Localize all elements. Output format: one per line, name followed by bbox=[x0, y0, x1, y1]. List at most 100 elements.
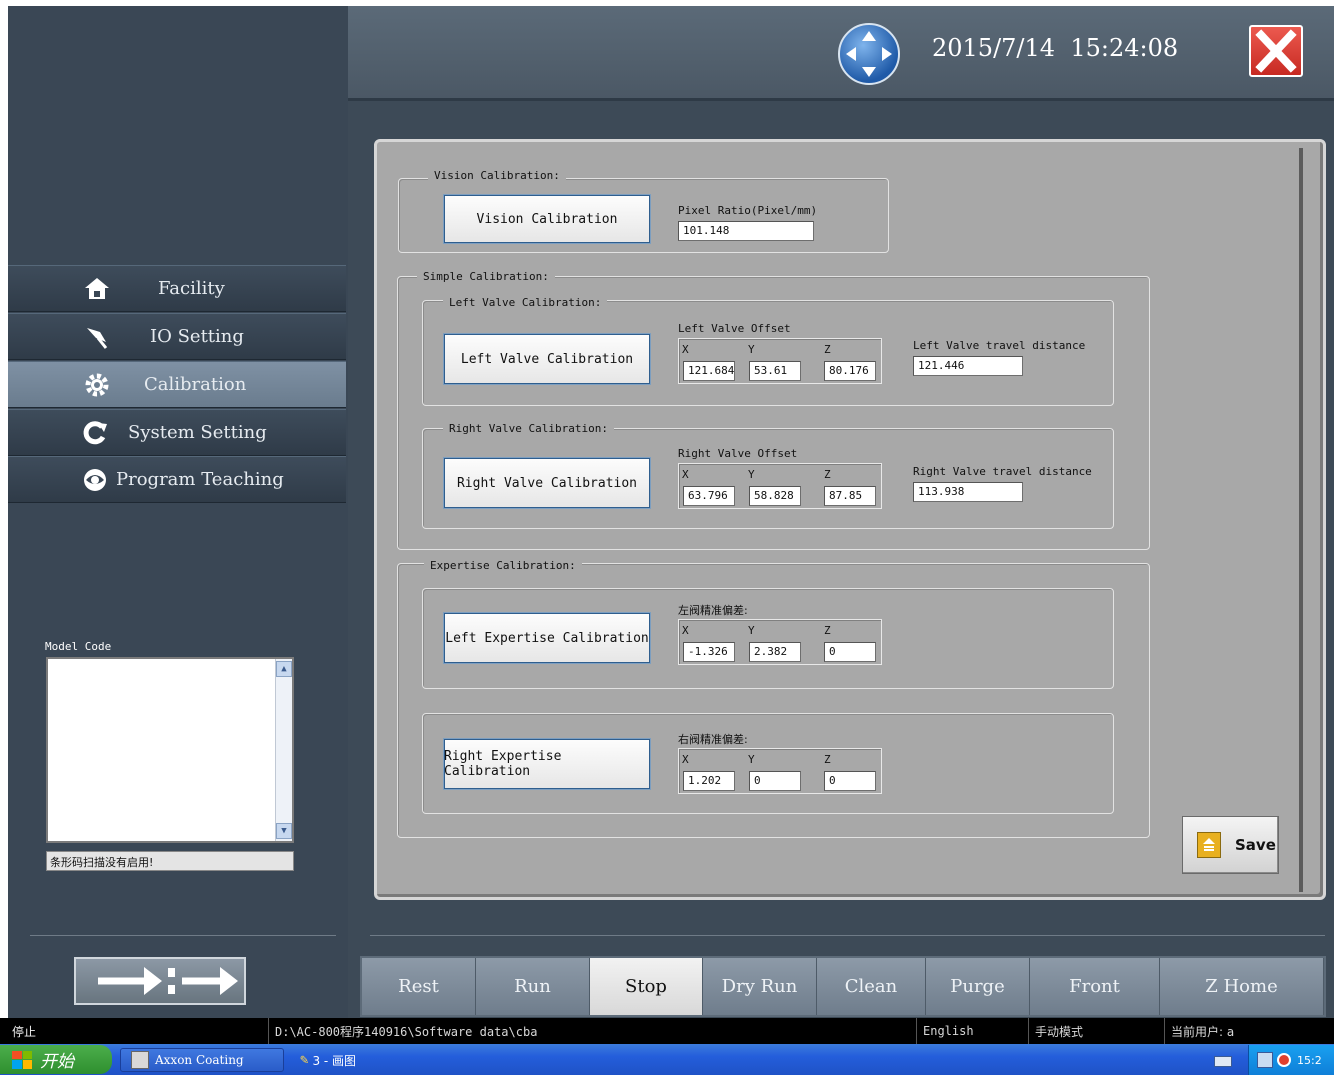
pixel-ratio-label: Pixel Ratio(Pixel/mm) bbox=[678, 204, 818, 217]
vision-calibration-button[interactable]: Vision Calibration bbox=[443, 194, 651, 244]
axis-z-label: Z bbox=[824, 624, 831, 637]
paint-icon: ✎ bbox=[300, 1052, 309, 1068]
status-mode: 手动模式 bbox=[1028, 1018, 1164, 1044]
axis-x-label: X bbox=[682, 624, 689, 637]
sidebar-item-label: Facility bbox=[158, 278, 225, 299]
gear-icon bbox=[80, 368, 114, 402]
home-icon bbox=[80, 272, 114, 306]
sidebar-item-label: Calibration bbox=[144, 374, 247, 395]
run-button[interactable]: Run bbox=[476, 958, 590, 1015]
taskbar-item-axxon[interactable]: Axxon Coating bbox=[120, 1048, 284, 1072]
axis-x-label: X bbox=[682, 468, 689, 481]
left-expertise-y-field[interactable]: 2.382 bbox=[749, 642, 801, 662]
header-datetime: 2015/7/14 15:24:08 bbox=[932, 34, 1179, 62]
left-expertise-z-field[interactable]: 0 bbox=[824, 642, 876, 662]
left-valve-calibration-button[interactable]: Left Valve Calibration bbox=[443, 333, 651, 385]
stop-button[interactable]: Stop bbox=[590, 958, 703, 1015]
barcode-status: 条形码扫描没有启用! bbox=[46, 851, 294, 871]
right-travel-field[interactable]: 113.938 bbox=[913, 482, 1023, 502]
clean-button[interactable]: Clean bbox=[817, 958, 926, 1015]
close-icon bbox=[1255, 29, 1297, 73]
front-button[interactable]: Front bbox=[1030, 958, 1160, 1015]
right-offset-z-field[interactable]: 87.85 bbox=[824, 486, 876, 506]
eye-icon bbox=[78, 463, 112, 497]
sidebar-item-label: Program Teaching bbox=[116, 469, 284, 490]
sidebar-item-calibration[interactable]: Calibration bbox=[8, 361, 346, 408]
right-valve-offset-label: Right Valve Offset bbox=[678, 447, 798, 460]
axis-y-label: Y bbox=[748, 753, 755, 766]
divider bbox=[30, 935, 336, 936]
status-state: 停止 bbox=[12, 1024, 37, 1039]
right-travel-label: Right Valve travel distance bbox=[913, 465, 1092, 478]
left-expertise-offset-label: 左阀精准偏差: bbox=[678, 604, 748, 617]
close-button[interactable] bbox=[1249, 25, 1303, 77]
left-offset-x-field[interactable]: 121.684 bbox=[683, 361, 735, 381]
right-expertise-calibration-button[interactable]: Right Expertise Calibration bbox=[443, 738, 651, 790]
sidebar-item-io-setting[interactable]: IO Setting bbox=[8, 313, 346, 360]
group-title: Right Valve Calibration: bbox=[443, 422, 614, 435]
left-expertise-calibration-button[interactable]: Left Expertise Calibration bbox=[443, 612, 651, 664]
sidebar-item-label: IO Setting bbox=[150, 326, 244, 347]
sidebar-item-program-teaching[interactable]: Program Teaching bbox=[8, 456, 346, 503]
status-language: English bbox=[916, 1018, 1028, 1044]
scroll-up-button[interactable]: ▲ bbox=[276, 661, 292, 677]
status-bar: 停止 D:\AC-800程序140916\Software data\cba E… bbox=[0, 1018, 1334, 1044]
status-path: D:\AC-800程序140916\Software data\cba bbox=[268, 1018, 916, 1044]
task-label: Axxon Coating bbox=[155, 1053, 244, 1067]
axis-z-label: Z bbox=[824, 753, 831, 766]
model-code-label: Model Code bbox=[45, 640, 112, 653]
left-offset-y-field[interactable]: 53.61 bbox=[749, 361, 801, 381]
network-icon[interactable] bbox=[1257, 1052, 1273, 1068]
axis-y-label: Y bbox=[748, 343, 755, 356]
right-expertise-z-field[interactable]: 0 bbox=[824, 771, 876, 791]
keyboard-icon[interactable] bbox=[1214, 1056, 1232, 1067]
right-offset-x-field[interactable]: 63.796 bbox=[683, 486, 735, 506]
pixel-ratio-field[interactable]: 101.148 bbox=[678, 221, 814, 241]
axis-z-label: Z bbox=[824, 343, 831, 356]
left-travel-field[interactable]: 121.446 bbox=[913, 356, 1023, 376]
system-tray: 15:2 bbox=[1248, 1045, 1334, 1075]
axis-y-label: Y bbox=[748, 624, 755, 637]
right-offset-y-field[interactable]: 58.828 bbox=[749, 486, 801, 506]
clock: 15:2 bbox=[1297, 1053, 1322, 1067]
scroll-down-button[interactable]: ▼ bbox=[276, 823, 292, 839]
model-code-textarea[interactable]: ▲ ▼ bbox=[46, 657, 294, 843]
group-title: Left Valve Calibration: bbox=[443, 296, 608, 309]
group-title: Simple Calibration: bbox=[417, 270, 555, 283]
right-expertise-offset-label: 右阀精准偏差: bbox=[678, 733, 748, 746]
sidebar-item-system-setting[interactable]: System Setting bbox=[8, 409, 346, 456]
right-expertise-x-field[interactable]: 1.202 bbox=[683, 771, 735, 791]
windows-logo-icon bbox=[12, 1050, 32, 1069]
start-label: 开始 bbox=[40, 1052, 74, 1072]
left-offset-z-field[interactable]: 80.176 bbox=[824, 361, 876, 381]
task-label: 3 - 画图 bbox=[312, 1053, 357, 1068]
start-button[interactable]: 开始 bbox=[0, 1045, 112, 1074]
status-user: 当前用户: a bbox=[1164, 1018, 1334, 1044]
axis-z-label: Z bbox=[824, 468, 831, 481]
right-valve-calibration-button[interactable]: Right Valve Calibration bbox=[443, 457, 651, 509]
group-title: Expertise Calibration: bbox=[424, 559, 582, 572]
scrollbar[interactable]: ▲ ▼ bbox=[275, 659, 292, 841]
app-icon bbox=[131, 1051, 149, 1069]
navigation-pad-icon[interactable] bbox=[838, 23, 900, 85]
sidebar-item-facility[interactable]: Facility bbox=[8, 265, 346, 312]
axis-x-label: X bbox=[682, 753, 689, 766]
rest-button[interactable]: Rest bbox=[362, 958, 476, 1015]
dry-run-button[interactable]: Dry Run bbox=[703, 958, 817, 1015]
left-expertise-x-field[interactable]: -1.326 bbox=[683, 642, 735, 662]
panel-scrollbar-edge bbox=[1299, 148, 1303, 892]
right-expertise-y-field[interactable]: 0 bbox=[749, 771, 801, 791]
axis-x-label: X bbox=[682, 343, 689, 356]
save-icon bbox=[1197, 832, 1221, 858]
next-step-button[interactable] bbox=[74, 957, 246, 1005]
taskbar-item-paint[interactable]: ✎ 3 - 画图 bbox=[290, 1048, 440, 1072]
purge-button[interactable]: Purge bbox=[926, 958, 1030, 1015]
save-label: Save bbox=[1235, 836, 1276, 854]
save-button[interactable]: Save bbox=[1182, 816, 1279, 874]
divider bbox=[370, 935, 1325, 936]
z-home-button[interactable]: Z Home bbox=[1160, 958, 1324, 1015]
axis-y-label: Y bbox=[748, 468, 755, 481]
alert-icon[interactable] bbox=[1277, 1053, 1291, 1067]
pin-icon bbox=[80, 320, 114, 354]
group-title: Vision Calibration: bbox=[428, 169, 566, 182]
